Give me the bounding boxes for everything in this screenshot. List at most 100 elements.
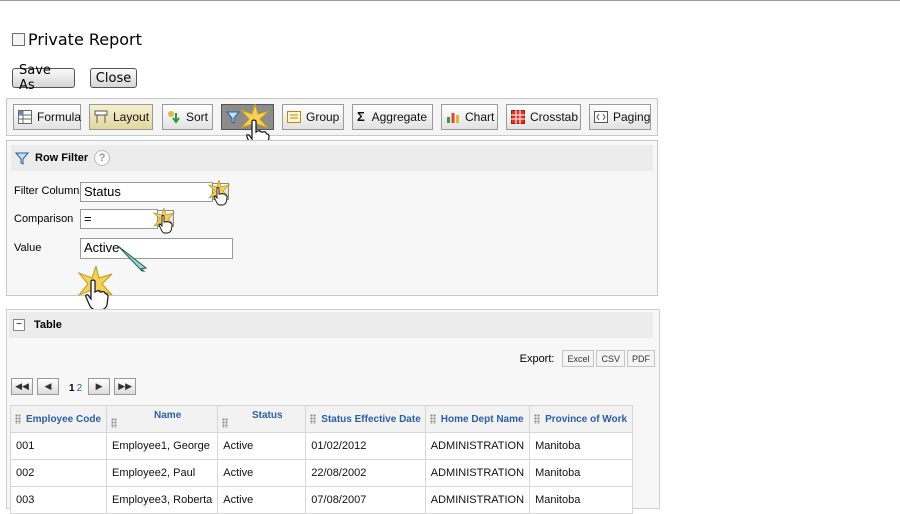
first-page-button[interactable]: ◀◀ xyxy=(11,378,33,395)
column-header-label: Name xyxy=(154,410,182,421)
close-button[interactable]: Close xyxy=(90,68,137,88)
private-report-label: Private Report xyxy=(28,30,142,49)
private-report-checkbox[interactable] xyxy=(12,33,25,46)
row-filter-header: Row Filter ? xyxy=(11,145,653,171)
paging-icon xyxy=(594,110,608,124)
data-table: Employee Code Name Status Status Effecti… xyxy=(10,405,634,514)
pager: ◀◀ ◀ 12 ▶ ▶▶ xyxy=(11,378,140,395)
top-border xyxy=(0,0,900,1)
save-as-button[interactable]: Save As xyxy=(12,63,75,93)
chart-button[interactable]: Chart xyxy=(441,104,498,130)
sort-button[interactable]: Sort xyxy=(162,104,213,130)
value-label: Value xyxy=(14,242,42,254)
formula-button[interactable]: Formula xyxy=(13,104,81,130)
filter-column-select[interactable]: Status xyxy=(80,182,213,202)
group-label: Group xyxy=(306,110,340,124)
drag-handle-icon[interactable] xyxy=(111,418,117,428)
table-panel: − Table Export: Excel CSV PDF ◀◀ ◀ 12 ▶ … xyxy=(6,309,660,514)
drag-handle-icon[interactable] xyxy=(429,413,436,424)
aggregate-label: Aggregate xyxy=(371,110,427,124)
export-excel-button[interactable]: Excel xyxy=(562,350,595,367)
crosstab-label: Crosstab xyxy=(530,110,579,124)
previous-page-button[interactable]: ◀ xyxy=(37,378,59,395)
formula-label: Formula xyxy=(37,110,82,124)
paging-label: Paging xyxy=(613,110,651,124)
export-label: Export: xyxy=(519,352,555,365)
column-header-label: Province of Work xyxy=(545,413,628,425)
cell-status-effective-date: 01/02/2012 xyxy=(305,432,426,460)
filter-icon xyxy=(225,110,241,124)
cell-name: Employee1, George xyxy=(105,432,219,460)
comparison-label: Comparison xyxy=(14,213,74,225)
table-row[interactable]: 003 Employee3, Roberta Active 07/08/2007… xyxy=(10,486,634,514)
page-link-2[interactable]: 2 xyxy=(77,383,83,394)
hand-cursor-icon xyxy=(85,279,109,311)
next-page-button[interactable]: ▶ xyxy=(88,378,111,395)
paging-button[interactable]: Paging xyxy=(589,104,651,130)
sort-icon xyxy=(167,110,181,124)
export-csv-button[interactable]: CSV xyxy=(596,350,625,367)
cell-employee-code: 001 xyxy=(10,432,107,460)
drag-handle-icon[interactable] xyxy=(534,413,541,424)
comparison-select[interactable]: = xyxy=(80,209,158,229)
drag-handle-icon[interactable] xyxy=(222,418,229,428)
hand-cursor-icon xyxy=(213,187,228,206)
group-icon xyxy=(287,110,301,124)
drag-handle-icon[interactable] xyxy=(310,413,317,424)
row-filter-title: Row Filter xyxy=(35,152,89,164)
column-header-label: Status xyxy=(252,410,283,421)
layout-icon xyxy=(94,110,108,124)
filter-icon xyxy=(15,152,29,165)
private-report-option[interactable]: Private Report xyxy=(12,30,142,49)
cell-name: Employee2, Paul xyxy=(105,459,219,487)
crosstab-icon xyxy=(511,110,525,124)
export-pdf-button[interactable]: PDF xyxy=(627,350,655,367)
cell-employee-code: 002 xyxy=(10,459,107,487)
layout-label: Layout xyxy=(113,110,150,124)
report-toolbar: Formula Layout Sort Group Σ Aggregate Ch… xyxy=(6,98,658,136)
bar-chart-icon xyxy=(446,110,460,124)
cell-status-effective-date: 22/08/2002 xyxy=(305,459,426,487)
cell-status-effective-date: 07/08/2007 xyxy=(305,486,426,514)
crosstab-button[interactable]: Crosstab xyxy=(506,104,581,130)
cell-employee-code: 003 xyxy=(10,486,107,514)
table-panel-title: Table xyxy=(34,319,62,331)
current-page: 1 xyxy=(69,383,75,394)
column-header-employee-code[interactable]: Employee Code xyxy=(10,405,107,433)
collapse-toggle[interactable]: − xyxy=(13,319,25,331)
column-header-status-effective-date[interactable]: Status Effective Date xyxy=(305,405,426,433)
column-header-label: Home Dept Name xyxy=(440,413,524,425)
filter-column-label: Filter Column xyxy=(14,185,80,197)
formula-icon xyxy=(18,110,32,124)
cell-home-dept-name: ADMINISTRATION xyxy=(424,459,531,487)
help-icon[interactable]: ? xyxy=(94,150,111,166)
cell-status: Active xyxy=(217,459,307,487)
column-header-status[interactable]: Status xyxy=(217,405,307,433)
last-page-button[interactable]: ▶▶ xyxy=(114,378,137,395)
drag-handle-icon[interactable] xyxy=(15,413,21,424)
sigma-icon: Σ xyxy=(357,109,365,124)
cell-home-dept-name: ADMINISTRATION xyxy=(424,432,531,460)
cell-name: Employee3, Roberta xyxy=(105,486,219,514)
group-button[interactable]: Group xyxy=(282,104,344,130)
chart-label: Chart xyxy=(465,110,495,124)
column-header-home-dept-name[interactable]: Home Dept Name xyxy=(424,405,531,433)
sort-label: Sort xyxy=(186,110,209,124)
cell-status: Active xyxy=(217,432,307,460)
value-input[interactable]: Active xyxy=(80,238,233,259)
page-numbers: 12 xyxy=(69,383,82,394)
cell-home-dept-name: ADMINISTRATION xyxy=(424,486,531,514)
table-panel-header: − Table xyxy=(9,312,653,338)
hand-cursor-icon xyxy=(158,215,173,234)
aggregate-button[interactable]: Σ Aggregate xyxy=(352,104,433,130)
table-row[interactable]: 001 Employee1, George Active 01/02/2012 … xyxy=(10,432,634,460)
column-header-province-of-work[interactable]: Province of Work xyxy=(529,405,634,433)
arrow-cursor-icon xyxy=(117,245,148,272)
export-bar: Export: Excel CSV PDF xyxy=(520,350,655,367)
column-header-label: Status Effective Date xyxy=(321,413,421,425)
table-header-row: Employee Code Name Status Status Effecti… xyxy=(10,405,634,433)
table-row[interactable]: 002 Employee2, Paul Active 22/08/2002 AD… xyxy=(10,459,634,487)
cell-status: Active xyxy=(217,486,307,514)
layout-button[interactable]: Layout xyxy=(89,104,153,130)
column-header-name[interactable]: Name xyxy=(105,405,219,433)
